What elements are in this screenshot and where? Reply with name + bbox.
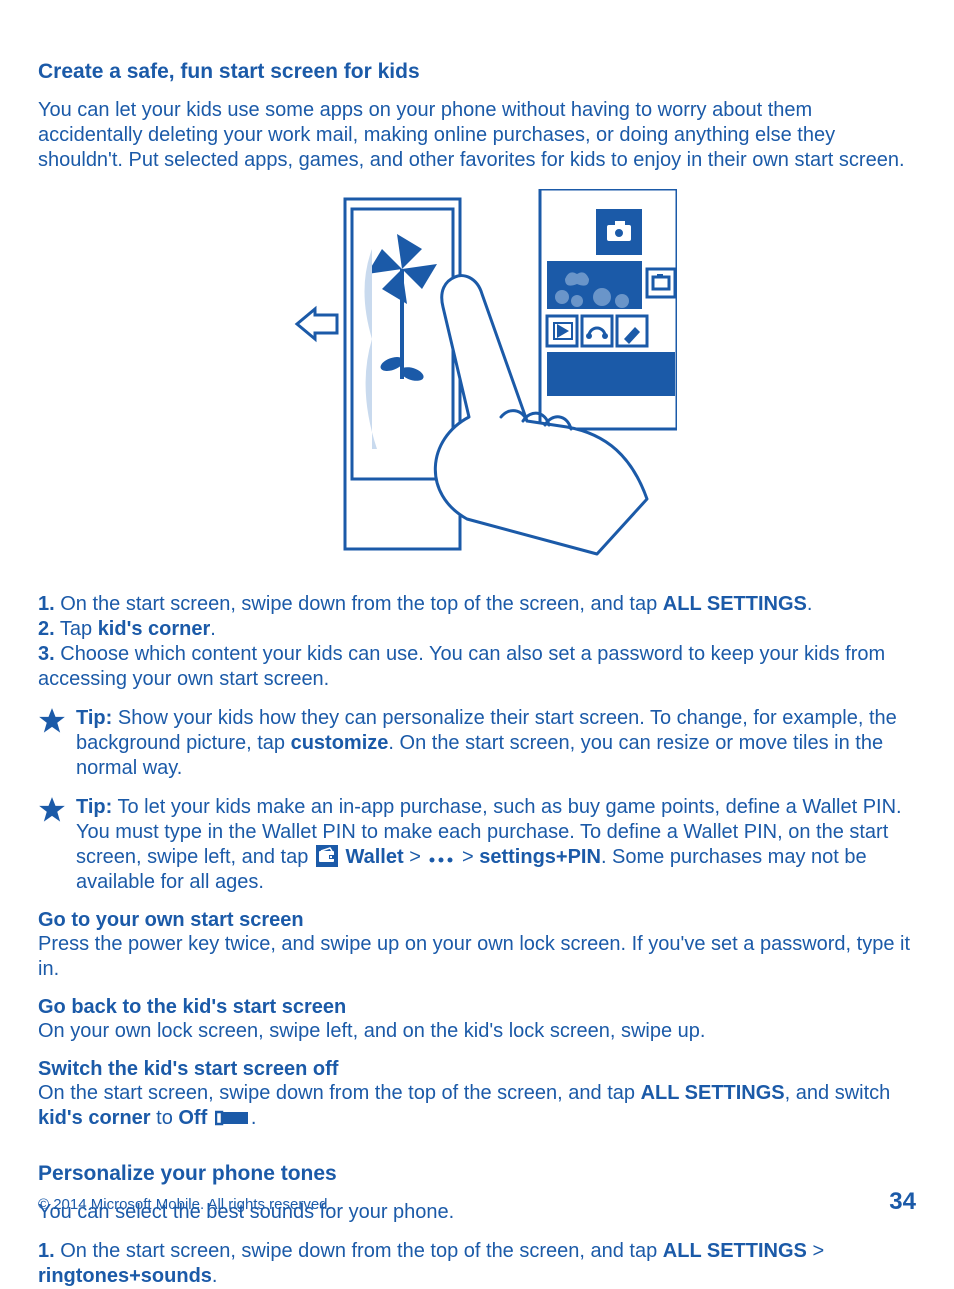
intro-paragraph: You can let your kids use some apps on y… (38, 98, 916, 173)
step-2-text-c: . (210, 618, 216, 640)
illustration-kids-corner (38, 189, 916, 564)
step-1-text-a: On the start screen, swipe down from the… (55, 593, 663, 615)
tip2-label: Tip: (76, 796, 112, 818)
tip2-gt1: > (404, 846, 427, 868)
subheading-own-start: Go to your own start screen (38, 909, 916, 932)
wallet-icon (316, 845, 338, 867)
step-2-kids-corner: kid's corner (98, 618, 211, 640)
tones-step-1: 1. On the start screen, swipe down from … (38, 1239, 916, 1289)
tip1-customize: customize (291, 732, 389, 754)
off-c: to (151, 1107, 179, 1129)
more-icon (426, 846, 456, 868)
subbody-own-start: Press the power key twice, and swipe up … (38, 932, 916, 982)
tip1-label: Tip: (76, 707, 112, 729)
subheading-switch-off: Switch the kid's start screen off (38, 1058, 916, 1081)
section-heading-kids: Create a safe, fun start screen for kids (38, 60, 916, 84)
tip-block-1: Tip: Show your kids how they can persona… (38, 706, 916, 781)
subheading-back-kid: Go back to the kid's start screen (38, 996, 916, 1019)
subbody-switch-off: On the start screen, swipe down from the… (38, 1081, 916, 1134)
step-2-text-a: Tap (55, 618, 98, 640)
tip2-wallet-label: Wallet (345, 846, 403, 868)
tip2-gt2: > (456, 846, 479, 868)
tip-block-2: Tip: To let your kids make an in-app pur… (38, 795, 916, 895)
tones-s1a: On the start screen, swipe down from the… (55, 1240, 663, 1262)
step-2-num: 2. (38, 618, 55, 640)
section-heading-tones: Personalize your phone tones (38, 1162, 916, 1186)
step-2: 2. Tap kid's corner. (38, 617, 916, 642)
toggle-off-icon (215, 1109, 249, 1134)
step-3-text: Choose which content your kids can use. … (38, 643, 885, 690)
step-1-num: 1. (38, 593, 55, 615)
step-3-num: 3. (38, 643, 55, 665)
off-a: On the start screen, swipe down from the… (38, 1082, 641, 1104)
step-3: 3. Choose which content your kids can us… (38, 642, 916, 692)
off-b: , and switch (785, 1082, 891, 1104)
star-icon (38, 795, 76, 829)
tip2-settings-pin: settings+PIN (479, 846, 601, 868)
tones-ringtones: ringtones+sounds (38, 1265, 212, 1287)
tones-s1e: . (212, 1265, 218, 1287)
off-kids-corner: kid's corner (38, 1107, 151, 1129)
tones-allsettings: ALL SETTINGS (663, 1240, 807, 1262)
off-word: Off (178, 1107, 207, 1129)
step-1-all-settings: ALL SETTINGS (663, 593, 807, 615)
off-d: . (251, 1107, 257, 1129)
page-number: 34 (889, 1188, 916, 1216)
step-1: 1. On the start screen, swipe down from … (38, 592, 916, 617)
star-icon (38, 706, 76, 740)
tones-s1c: > (807, 1240, 824, 1262)
subbody-back-kid: On your own lock screen, swipe left, and… (38, 1019, 916, 1044)
step-1-text-c: . (807, 593, 813, 615)
off-allsettings: ALL SETTINGS (641, 1082, 785, 1104)
tones-step-1-num: 1. (38, 1240, 55, 1262)
copyright-text: © 2014 Microsoft Mobile. All rights rese… (38, 1196, 332, 1213)
